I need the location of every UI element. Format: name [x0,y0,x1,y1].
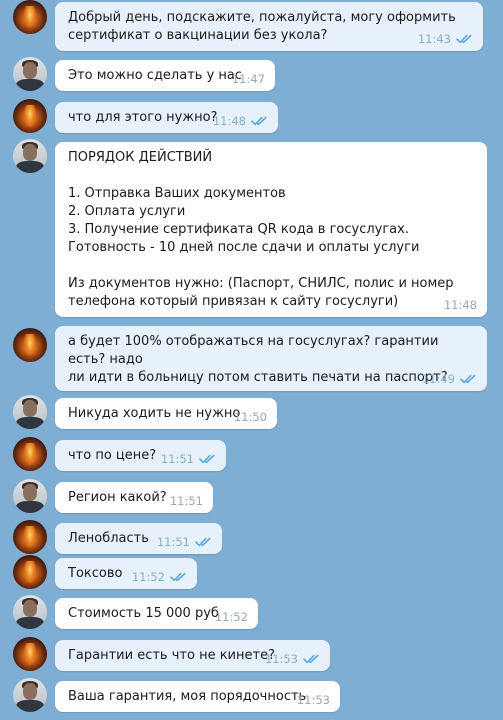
message-time: 11:48 [212,114,246,128]
message-time: 11:50 [233,410,267,424]
outgoing-message-bubble[interactable]: что по цене? 11:51 [55,440,226,471]
message-row: Это можно сделать у нас 11:47 [0,57,503,91]
user-avatar[interactable] [13,437,47,471]
outgoing-message-bubble[interactable]: а будет 100% отображаться на госуслугах?… [55,326,487,391]
message-meta: 11:49 [422,372,477,386]
outgoing-message-bubble[interactable]: Добрый день, подскажите, пожалуйста, мог… [55,2,483,51]
message-row: Добрый день, подскажите, пожалуйста, мог… [0,0,503,51]
incoming-message-bubble[interactable]: Ваша гарантия, моя порядочность 11:53 [55,681,340,712]
agent-avatar[interactable] [13,678,47,712]
message-meta: 11:51 [170,494,203,508]
message-text: ПОРЯДОК ДЕЙСТВИЙ 1. Отправка Ваших докум… [68,150,454,309]
user-avatar[interactable] [13,555,47,589]
agent-avatar[interactable] [13,395,47,429]
message-text: Добрый день, подскажите, пожалуйста, мог… [68,10,456,43]
message-time: 11:53 [264,652,298,666]
message-meta: 11:47 [232,72,265,86]
message-time: 11:48 [443,298,477,312]
read-checkmark-icon [170,572,187,582]
message-time: 11:53 [296,693,330,707]
message-row: что для этого нужно? 11:48 [0,99,503,133]
agent-avatar[interactable] [13,57,47,91]
incoming-message-bubble[interactable]: Никуда ходить не нужно 11:50 [55,398,277,429]
agent-avatar[interactable] [13,479,47,513]
read-checkmark-icon [456,34,473,44]
user-avatar[interactable] [13,328,47,362]
message-row: что по цене? 11:51 [0,437,503,471]
read-checkmark-icon [303,654,320,664]
agent-avatar[interactable] [13,595,47,629]
message-meta: 11:51 [157,535,212,549]
message-row: Регион какой? 11:51 [0,479,503,513]
read-checkmark-icon [460,374,477,384]
agent-avatar[interactable] [13,139,47,173]
read-checkmark-icon [195,537,212,547]
read-checkmark-icon [199,454,216,464]
outgoing-message-bubble[interactable]: Гарантии есть что не кинете? 11:53 [55,640,330,671]
outgoing-message-bubble[interactable]: Токсово 11:52 [55,558,197,589]
message-meta: 11:52 [215,610,248,624]
message-meta: 11:51 [161,452,216,466]
message-text: а будет 100% отображаться на госуслугах?… [68,334,448,385]
message-row: Ленобласть 11:51 [0,520,503,554]
incoming-message-bubble[interactable]: ПОРЯДОК ДЕЙСТВИЙ 1. Отправка Ваших докум… [55,142,487,317]
message-meta: 11:43 [418,32,473,46]
message-meta: 11:48 [213,114,268,128]
message-meta: 11:53 [297,693,330,707]
incoming-message-bubble[interactable]: Это можно сделать у нас 11:47 [55,60,275,91]
message-time: 11:49 [421,372,455,386]
message-time: 11:51 [160,452,194,466]
incoming-message-bubble[interactable]: Регион какой? 11:51 [55,482,213,513]
message-meta: 11:48 [444,298,477,312]
message-row: Стоимость 15 000 руб 11:52 [0,595,503,629]
message-row: Токсово 11:52 [0,555,503,589]
message-text: Ваша гарантия, моя порядочность [68,689,307,704]
message-row: Гарантии есть что не кинете? 11:53 [0,637,503,671]
message-row: а будет 100% отображаться на госуслугах?… [0,326,503,391]
message-meta: 11:52 [132,570,187,584]
incoming-message-bubble[interactable]: Стоимость 15 000 руб 11:52 [55,598,258,629]
outgoing-message-bubble[interactable]: Ленобласть 11:51 [55,523,222,554]
message-time: 11:43 [417,32,451,46]
read-checkmark-icon [251,116,268,126]
message-row: Ваша гарантия, моя порядочность 11:53 [0,678,503,712]
message-time: 11:47 [231,72,265,86]
message-time: 11:52 [214,610,248,624]
user-avatar[interactable] [13,0,47,34]
user-avatar[interactable] [13,520,47,554]
outgoing-message-bubble[interactable]: что для этого нужно? 11:48 [55,102,278,133]
message-row: ПОРЯДОК ДЕЙСТВИЙ 1. Отправка Ваших докум… [0,139,503,317]
message-meta: 11:50 [234,410,267,424]
user-avatar[interactable] [13,637,47,671]
user-avatar[interactable] [13,99,47,133]
message-time: 11:52 [131,570,165,584]
message-row: Никуда ходить не нужно 11:50 [0,395,503,429]
message-time: 11:51 [169,494,203,508]
message-time: 11:51 [156,535,190,549]
message-meta: 11:53 [265,652,320,666]
